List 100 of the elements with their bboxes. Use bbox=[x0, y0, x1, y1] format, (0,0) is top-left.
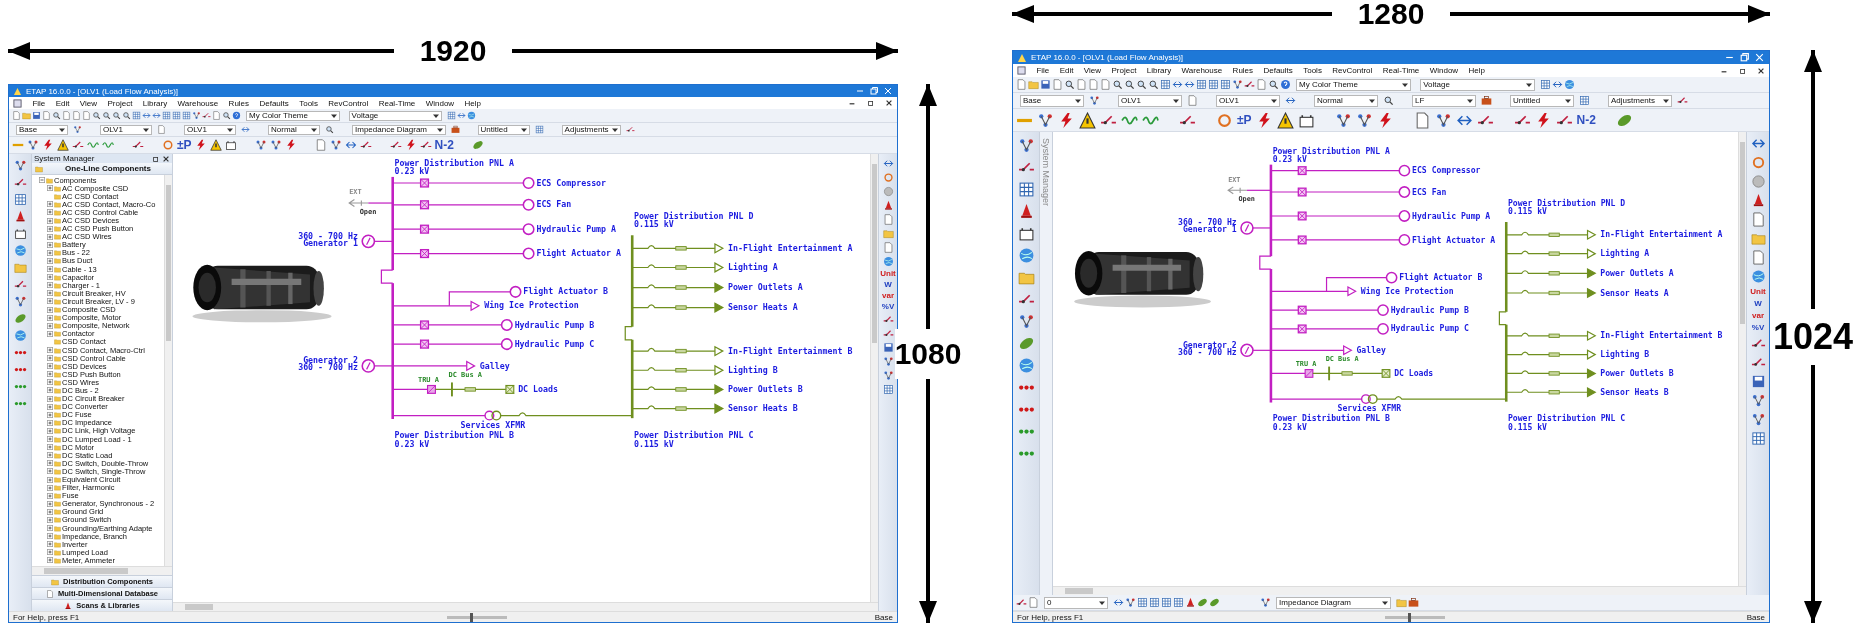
load-label: ECS Compressor bbox=[1412, 165, 1481, 176]
load-label: Flight Actuator B bbox=[523, 286, 608, 297]
tool-button[interactable]: Unit bbox=[880, 270, 896, 278]
load-label: Power Outlets A bbox=[728, 282, 803, 293]
dropdown[interactable]: My Color Theme bbox=[1296, 78, 1412, 91]
load-label: Sensor Heats B bbox=[1600, 386, 1669, 397]
dropdown[interactable]: Adjustments bbox=[1608, 94, 1672, 107]
menu-item[interactable]: Project bbox=[107, 98, 133, 108]
menu-item[interactable]: Edit bbox=[1059, 66, 1074, 75]
load-label: Flight Actuator B bbox=[1399, 272, 1483, 283]
section-header[interactable]: One-Line Components bbox=[32, 163, 172, 175]
menu-item[interactable]: RevControl bbox=[328, 98, 369, 108]
bus-label: Power Distribution PNL C bbox=[633, 430, 754, 441]
voltage-label: 0.23 kV bbox=[394, 438, 430, 449]
window-title: ETAP 16.0.0 - [OLV1 (Load Flow Analysis)] bbox=[1031, 53, 1185, 62]
load-label: Hydraulic Pump A bbox=[1412, 210, 1491, 221]
tool-button[interactable]: W bbox=[1754, 300, 1762, 308]
load-label: Galley bbox=[479, 360, 510, 371]
dropdown[interactable]: OLV1 bbox=[1216, 94, 1280, 107]
dropdown[interactable]: OLV1 bbox=[184, 124, 236, 135]
bus-label: Power Distribution PNL D bbox=[1507, 197, 1626, 208]
voltage-label: 0.23 kV bbox=[1272, 154, 1307, 165]
transformer-label: Services XFMR bbox=[1337, 403, 1402, 414]
tool-button[interactable]: N-2 bbox=[1576, 113, 1596, 127]
tool-button[interactable]: %V bbox=[1751, 324, 1765, 332]
dropdown[interactable]: Voltage bbox=[1420, 78, 1536, 91]
load-label: Wing Ice Protection bbox=[484, 300, 579, 311]
menu-item[interactable]: Defaults bbox=[1263, 66, 1293, 75]
menu-item[interactable]: Rules bbox=[1232, 66, 1254, 75]
tool-button[interactable]: %V bbox=[881, 303, 895, 311]
voltage-label: 0.115 kV bbox=[1507, 206, 1547, 217]
load-label: DC Loads bbox=[1394, 368, 1434, 378]
dropdown[interactable]: Normal bbox=[1314, 94, 1378, 107]
menu-item[interactable]: Rules bbox=[228, 98, 250, 108]
menu-item[interactable]: Window bbox=[425, 98, 455, 108]
load-label: In-Flight Entertainment A bbox=[1600, 229, 1723, 240]
load-label: Power Outlets A bbox=[1600, 267, 1674, 278]
load-label: In-Flight Entertainment A bbox=[728, 242, 853, 253]
menu-item[interactable]: Library bbox=[142, 98, 168, 108]
dropdown[interactable]: OLV1 bbox=[100, 124, 152, 135]
menu-item[interactable]: Window bbox=[1429, 66, 1459, 75]
menu-item[interactable]: Project bbox=[1111, 66, 1137, 75]
dropdown[interactable]: My Color Theme bbox=[246, 110, 340, 121]
load-label: Lighting A bbox=[1600, 248, 1650, 259]
load-label: In-Flight Entertainment B bbox=[728, 345, 853, 356]
menu-item[interactable]: Help bbox=[1468, 66, 1485, 75]
window-title: ETAP 16.0.0 - [OLV1 (Load Flow Analysis)] bbox=[26, 86, 180, 96]
dropdown[interactable]: Impedance Diagram bbox=[1276, 596, 1392, 609]
tool-button[interactable]: var bbox=[882, 292, 894, 300]
menu-item[interactable]: Help bbox=[464, 98, 481, 108]
menu-item[interactable]: Tools bbox=[1303, 66, 1322, 75]
load-label: Hydraulic Pump B bbox=[514, 319, 595, 330]
dropdown[interactable]: Normal bbox=[268, 124, 320, 135]
load-label: Power Outlets B bbox=[1600, 368, 1674, 378]
menu-item[interactable]: Warehouse bbox=[1181, 66, 1223, 75]
tool-button[interactable]: N-2 bbox=[434, 138, 454, 152]
dropdown[interactable]: Voltage bbox=[348, 110, 443, 121]
load-label: Flight Actuator A bbox=[536, 248, 622, 259]
load-label: Sensor Heats A bbox=[728, 302, 798, 313]
tool-button[interactable]: Unit bbox=[1750, 288, 1766, 296]
voltage-label: 0.115 kV bbox=[633, 438, 674, 449]
dropdown[interactable]: Base bbox=[1020, 94, 1084, 107]
menu-item[interactable]: Real-Time bbox=[1382, 66, 1420, 75]
status-text: For Help, press F1 bbox=[13, 612, 80, 622]
tool-button[interactable]: ±P bbox=[177, 138, 192, 152]
dropdown[interactable]: LF bbox=[1412, 94, 1476, 107]
bus-label: Power Distribution PNL D bbox=[633, 210, 754, 221]
menu-item[interactable]: File bbox=[32, 98, 46, 108]
load-label: Lighting A bbox=[728, 262, 778, 273]
load-label: Hydraulic Pump C bbox=[514, 338, 595, 349]
panel-title: System Manager bbox=[34, 154, 96, 163]
load-label: Lighting B bbox=[1600, 349, 1650, 360]
dropdown[interactable]: Impedance Diagram bbox=[352, 124, 446, 135]
dropdown[interactable]: 0 bbox=[1044, 596, 1108, 609]
dropdown[interactable]: Adjustments bbox=[561, 124, 621, 135]
voltage-label: 0.115 kV bbox=[633, 219, 674, 230]
dropdown[interactable]: Base bbox=[16, 124, 68, 135]
menu-item[interactable]: Library bbox=[1146, 66, 1172, 75]
dropdown[interactable]: Untitled bbox=[477, 124, 530, 135]
menu-item[interactable]: Defaults bbox=[259, 98, 289, 108]
menu-item[interactable]: RevControl bbox=[1332, 66, 1373, 75]
load-label: ECS Fan bbox=[536, 199, 572, 210]
menu-item[interactable]: Edit bbox=[55, 98, 70, 108]
dropdown[interactable]: OLV1 bbox=[1118, 94, 1182, 107]
menu-item[interactable]: View bbox=[79, 98, 98, 108]
voltage-label: 0.23 kV bbox=[1272, 421, 1307, 432]
menu-item[interactable]: Real-Time bbox=[378, 98, 416, 108]
load-label: In-Flight Entertainment B bbox=[1600, 330, 1723, 341]
voltage-label: 0.23 kV bbox=[394, 166, 430, 177]
tool-button[interactable]: var bbox=[1752, 312, 1764, 320]
load-label: Hydraulic Pump A bbox=[536, 223, 617, 234]
menu-item[interactable]: View bbox=[1083, 66, 1102, 75]
menu-item[interactable]: Warehouse bbox=[177, 98, 219, 108]
tool-button[interactable]: W bbox=[884, 281, 892, 289]
menu-item[interactable]: Tools bbox=[299, 98, 318, 108]
menu-item[interactable]: File bbox=[1036, 66, 1050, 75]
tool-button[interactable]: ±P bbox=[1237, 113, 1252, 127]
load-label: ECS Fan bbox=[1412, 186, 1447, 197]
status-text: For Help, press F1 bbox=[1017, 612, 1084, 622]
dropdown[interactable]: Untitled bbox=[1510, 94, 1574, 107]
